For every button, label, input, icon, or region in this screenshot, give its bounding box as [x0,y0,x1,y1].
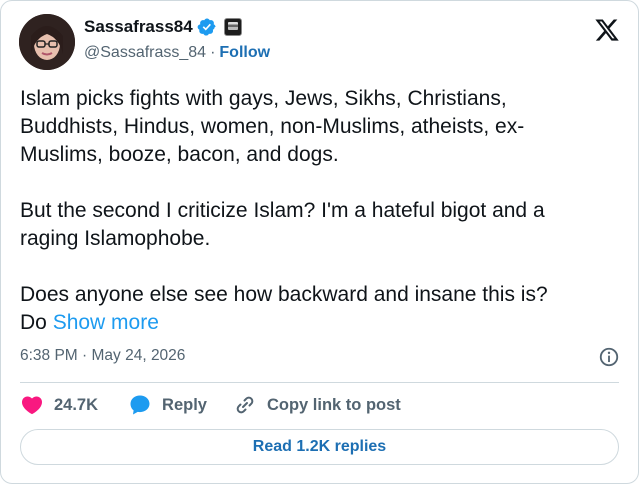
post-timestamp[interactable]: 6:38 PM · May 24, 2026 [20,347,185,365]
author-name-row: Sassafrass84 [84,17,242,37]
divider [20,382,619,383]
display-name[interactable]: Sassafrass84 [84,17,193,37]
show-more-link[interactable]: Show more [53,311,159,334]
like-count: 24.7K [54,395,99,414]
like-button[interactable]: 24.7K [20,393,98,417]
follow-button[interactable]: Follow [219,44,270,62]
post-actions: 24.7K Reply Copy link to post [20,393,401,417]
post-paragraph-1: Islam picks fights with gays, Jews, Sikh… [20,87,525,166]
verified-badge-icon [197,17,217,37]
x-logo-icon[interactable] [594,17,620,43]
post-text: Islam picks fights with gays, Jews, Sikh… [20,85,620,337]
reply-label: Reply [162,395,207,414]
separator: · [210,44,216,61]
link-icon [236,396,254,414]
reply-icon [130,395,150,415]
author-handle[interactable]: @Sassafrass_84 [84,44,206,62]
read-replies-button[interactable]: Read 1.2K replies [20,429,619,465]
embedded-post-card: Sassafrass84 @Sassafrass_84 · Follow Isl… [0,0,639,484]
copy-link-label: Copy link to post [266,395,401,414]
post-paragraph-2: But the second I criticize Islam? I'm a … [20,199,545,250]
affiliation-badge-icon [223,18,242,36]
copy-link-button[interactable]: Copy link to post [233,393,401,417]
author-handle-row: @Sassafrass_84 · Follow [84,44,270,62]
reply-button[interactable]: Reply [128,393,207,417]
info-icon[interactable] [598,346,620,368]
avatar[interactable] [19,14,75,70]
heart-icon [21,396,43,415]
